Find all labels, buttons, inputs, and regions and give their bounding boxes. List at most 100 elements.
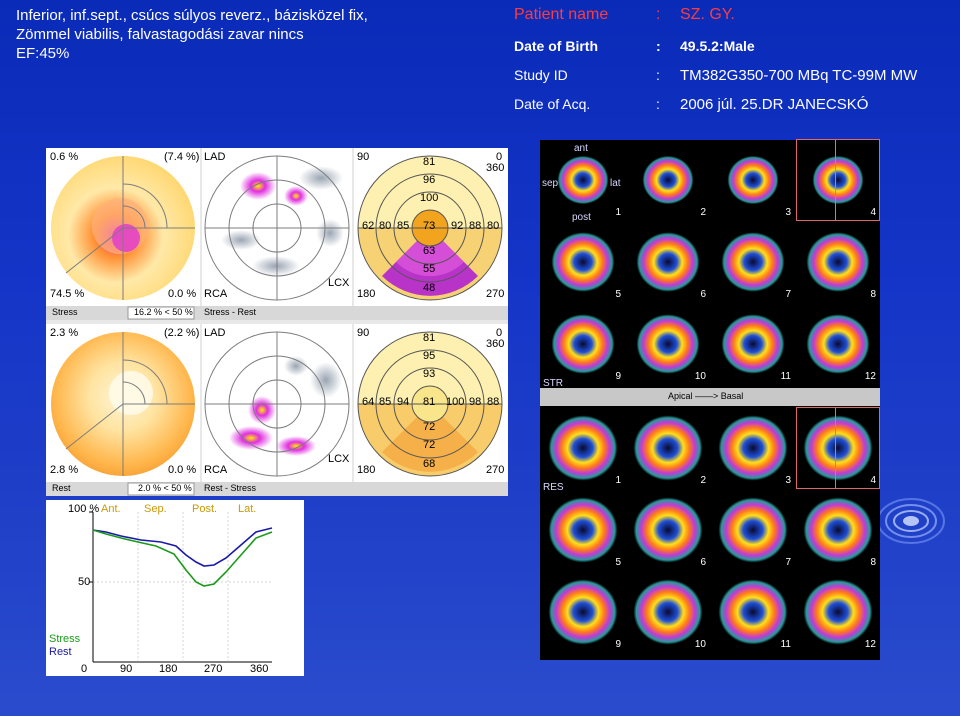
rest-slice-9: 9: [542, 572, 624, 652]
rest-slice-3: 3: [712, 408, 794, 488]
rest-slice-1: 1: [542, 408, 624, 488]
study-id-colon: :: [656, 67, 660, 83]
stress-footer-ratio: 16.2 % < 50 %: [134, 307, 193, 317]
rest-seg-row-0: 64: [362, 396, 375, 408]
rest-slice-4: 4: [796, 407, 880, 489]
slice-number: 10: [694, 371, 706, 382]
slice-number: 5: [615, 557, 621, 568]
dob-colon: :: [656, 38, 661, 54]
stress-seg-row-5: 88: [469, 220, 482, 232]
stress-deg-90: 90: [357, 151, 370, 163]
profile-legend-stress: Stress: [49, 633, 81, 645]
slice-number: 11: [780, 371, 791, 382]
slice-number: 9: [615, 371, 621, 382]
rest-slice-8: 8: [797, 490, 879, 570]
study-id-value: TM382G350-700 MBq TC-99M MW: [680, 67, 918, 84]
rest-seg-row-6: 88: [487, 396, 500, 408]
stress-slice-3: 3: [712, 140, 794, 220]
study-id-label: Study ID: [514, 67, 568, 83]
profile-xtick-0: 0: [81, 663, 88, 675]
rest-footer-ratio: 2.0 % < 50 %: [138, 483, 192, 493]
stress-deg-180: 180: [357, 288, 376, 300]
profile-region-lat: Lat.: [238, 503, 257, 515]
rest-seg-outer-bottom: 68: [423, 458, 436, 470]
slice-number: 8: [870, 289, 876, 300]
rest-seg-mid-bottom: 72: [423, 439, 436, 451]
profile-chart-panel: 100 % 50 Ant. Sep. Post. Lat. 0 90 180 2…: [46, 500, 304, 676]
stress-seg-row-0: 62: [362, 220, 375, 232]
slice-number: 7: [785, 289, 791, 300]
profile-region-ant: Ant.: [101, 503, 121, 515]
stress-seg-inner-top: 100: [420, 192, 439, 204]
rest-top-right-pct: (2.2 %): [164, 327, 200, 339]
orientation-lat: lat: [610, 178, 621, 189]
stress-rca-label: RCA: [204, 288, 228, 300]
rest-footer-label: Rest: [52, 483, 71, 493]
slice-number: 7: [785, 557, 791, 568]
slice-number: 6: [700, 557, 706, 568]
slice-number: 6: [700, 289, 706, 300]
acq-date-colon: :: [656, 96, 660, 112]
slice-number: 10: [694, 639, 706, 650]
rest-slice-12: 12: [797, 572, 879, 652]
rest-seg-row-1: 85: [379, 396, 392, 408]
rest-bottom-right-pct: 0.0 %: [168, 464, 197, 476]
dob-label: Date of Birth: [514, 38, 598, 54]
patient-name-value: SZ. GY.: [680, 6, 735, 23]
slice-number: 1: [615, 207, 621, 218]
rest-seg-inner-top: 93: [423, 368, 436, 380]
slice-number: 11: [780, 639, 791, 650]
rest-deg-90: 90: [357, 327, 370, 339]
stress-slice-7: 7: [712, 222, 794, 302]
stress-deg-270: 270: [486, 288, 505, 300]
profile-xtick-270: 270: [204, 663, 223, 675]
profile-xtick-360: 360: [250, 663, 269, 675]
stress-seg-mid-bottom: 55: [423, 263, 436, 275]
rest-curve: [92, 527, 273, 567]
water-ripple-decoration: [877, 498, 945, 544]
slice-number: 12: [864, 639, 876, 650]
stress-bottom-right-pct: 0.0 %: [168, 288, 197, 300]
profile-chart: [89, 511, 273, 663]
stress-slice-10: 10: [627, 304, 709, 384]
rest-footer-diff: Rest - Stress: [204, 483, 257, 493]
orientation-ant: ant: [574, 143, 588, 154]
rest-top-left-pct: 2.3 %: [50, 327, 79, 339]
rest-series-tag: RES: [543, 482, 564, 493]
stress-slice-2: 2: [627, 140, 709, 220]
slice-number: 5: [615, 289, 621, 300]
acq-date-value: 2006 júl. 25.DR JANECSKÓ: [680, 96, 869, 113]
slice-number: 12: [864, 371, 876, 382]
rest-deg-360: 360: [486, 338, 505, 350]
dob-value: 49.5.2:Male: [680, 38, 755, 54]
polar-maps-drawing: [46, 148, 508, 496]
stress-slice-4: 4: [796, 139, 880, 221]
rest-lad-label: LAD: [204, 327, 226, 339]
stress-seg-row-4: 92: [451, 220, 464, 232]
orientation-post: post: [572, 212, 591, 223]
slice-number: 3: [785, 207, 791, 218]
rest-slice-11: 11: [712, 572, 794, 652]
diagnosis-line-2: Zömmel viabilis, falvastagodási zavar ni…: [16, 26, 304, 43]
stress-series-tag: STR: [543, 378, 563, 389]
profile-region-post: Post.: [192, 503, 218, 515]
profile-legend-rest: Rest: [49, 646, 72, 658]
patient-name-colon: :: [656, 6, 661, 23]
slice-number: 1: [615, 475, 621, 486]
acq-date-label: Date of Acq.: [514, 96, 591, 112]
stress-seg-outer-top: 81: [423, 156, 436, 168]
stress-seg-inner-bottom: 63: [423, 245, 436, 257]
slice-number: 2: [700, 207, 706, 218]
slice-crosshair: [835, 140, 836, 220]
stress-lcx-label: LCX: [328, 277, 350, 289]
rest-bottom-left-pct: 2.8 %: [50, 464, 79, 476]
profile-xtick-90: 90: [120, 663, 133, 675]
diagnosis-line-1: Inferior, inf.sept., csúcs súlyos reverz…: [16, 7, 368, 24]
diagnosis-text: Inferior, inf.sept., csúcs súlyos reverz…: [16, 6, 368, 63]
stress-slice-5: 5: [542, 222, 624, 302]
rest-deg-270: 270: [486, 464, 505, 476]
stress-seg-row-3: 73: [423, 220, 436, 232]
stress-slice-9: 9: [542, 304, 624, 384]
stress-top-right-pct: (7.4 %): [164, 151, 200, 163]
slice-number: 4: [870, 475, 876, 486]
